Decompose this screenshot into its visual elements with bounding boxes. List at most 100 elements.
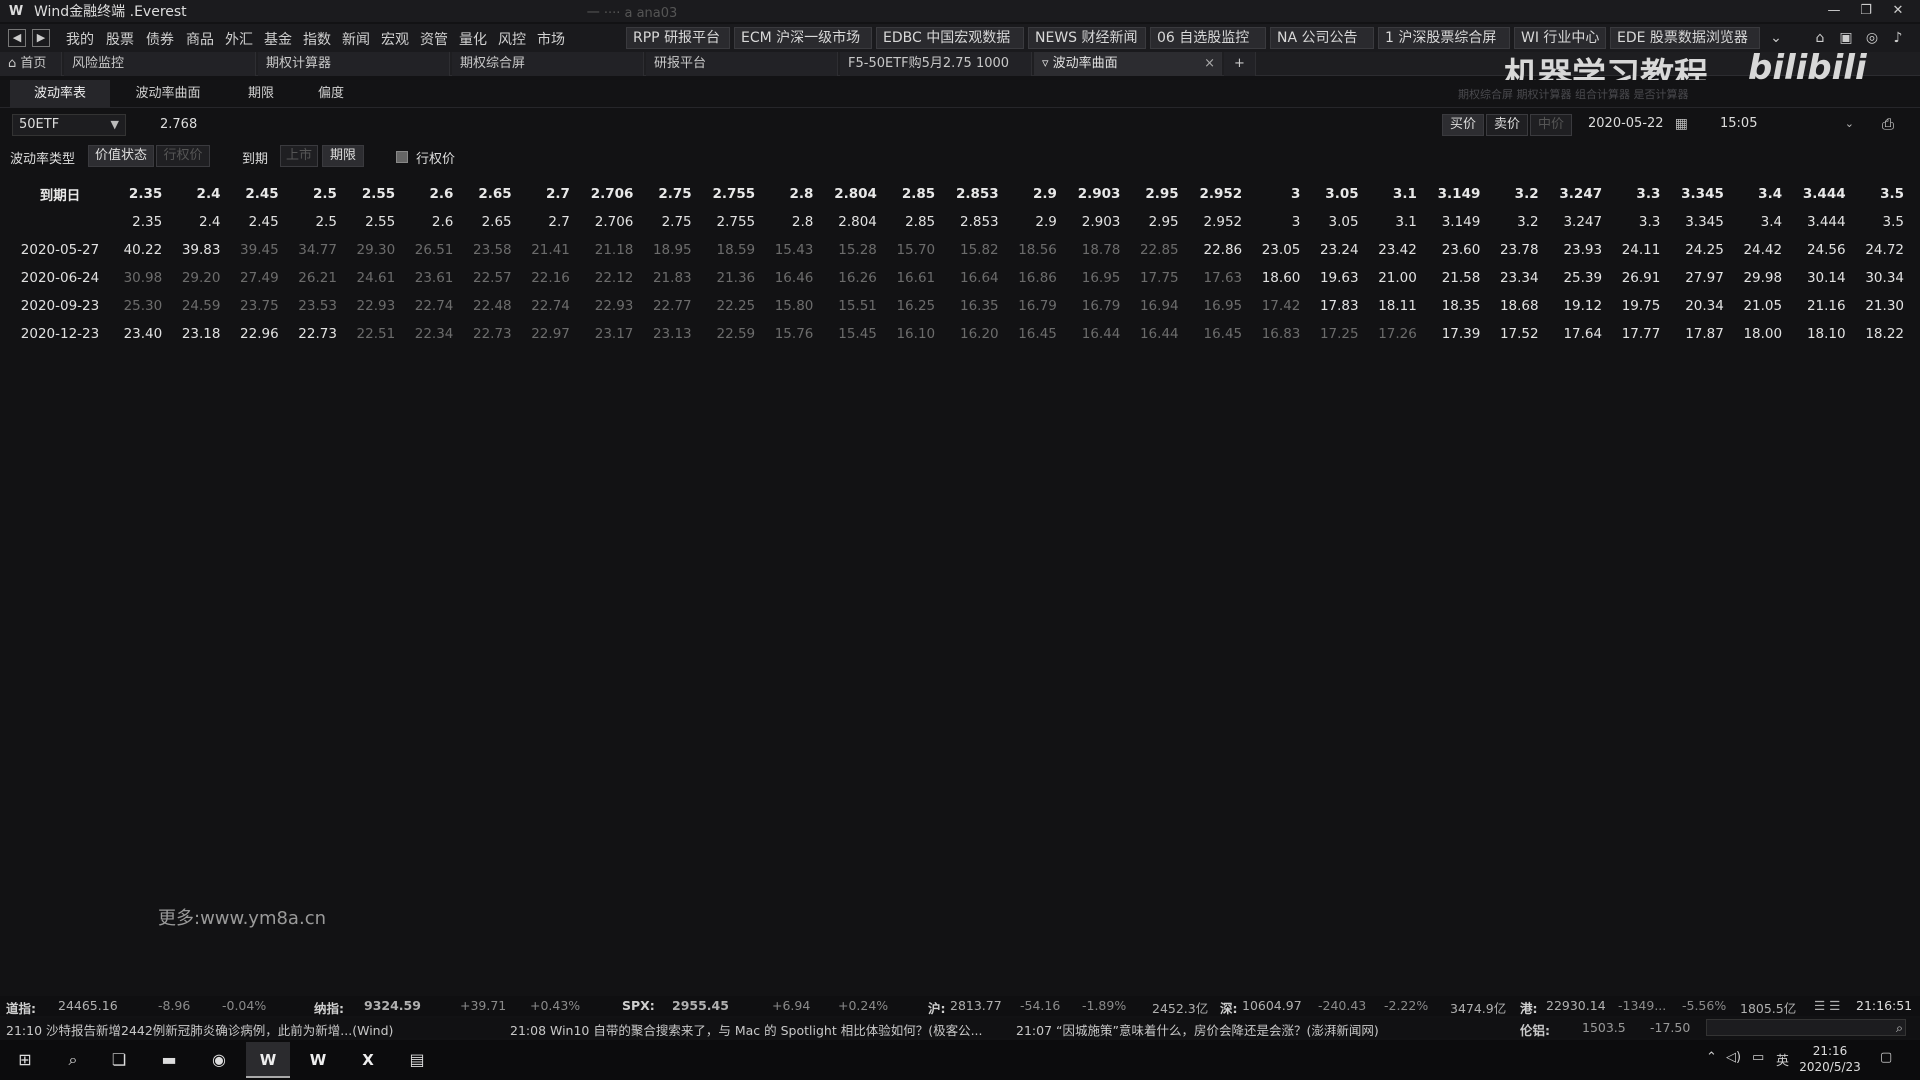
vol-cell[interactable]: 34.77: [285, 236, 343, 264]
table-row[interactable]: 2020-05-27 40.22 39.83 39.45 34.77 29.30 26.51…: [10, 236, 1910, 264]
vol-cell[interactable]: 22.93: [343, 292, 401, 320]
vol-cell[interactable]: 22.73: [285, 320, 343, 348]
vol-cell[interactable]: 16.44: [1063, 320, 1127, 348]
moneyness-button[interactable]: 价值状态: [88, 145, 154, 167]
column-header-strike[interactable]: 2.853: [941, 180, 1005, 208]
export-icon[interactable]: ⎙: [1882, 115, 1894, 133]
bell-icon[interactable]: ♪: [1888, 28, 1908, 48]
menu-item-stocks[interactable]: 股票: [106, 29, 134, 49]
list-icon[interactable]: ☰ ☰: [1814, 998, 1840, 1013]
vol-cell[interactable]: 30.34: [1852, 264, 1910, 292]
vol-cell[interactable]: 24.56: [1788, 236, 1852, 264]
vol-cell[interactable]: 22.74: [518, 292, 576, 320]
vol-cell[interactable]: 16.83: [1248, 320, 1306, 348]
tab-research-platform[interactable]: 研报平台: [646, 52, 838, 76]
vol-cell[interactable]: 17.64: [1545, 320, 1609, 348]
column-header-strike[interactable]: 3: [1248, 180, 1306, 208]
taskbar-app-wind[interactable]: W: [246, 1042, 290, 1078]
add-tab-button[interactable]: +: [1224, 52, 1256, 76]
listed-button[interactable]: 上市: [280, 145, 318, 167]
column-header-strike[interactable]: 3.2: [1486, 180, 1544, 208]
vol-cell[interactable]: 25.30: [110, 292, 168, 320]
vol-cell[interactable]: 23.40: [110, 320, 168, 348]
vol-cell[interactable]: 26.91: [1608, 264, 1666, 292]
restore-icon[interactable]: ❐: [1852, 0, 1880, 22]
column-header-strike[interactable]: 2.6: [401, 180, 459, 208]
vol-cell[interactable]: 18.59: [698, 236, 762, 264]
date-field[interactable]: 2020-05-22 ▦: [1582, 114, 1694, 136]
tab-option-screen[interactable]: 期权综合屏: [452, 52, 644, 76]
vol-cell[interactable]: 16.46: [761, 264, 819, 292]
vol-cell[interactable]: 18.22: [1852, 320, 1910, 348]
quick-industry-button[interactable]: WI 行业中心: [1514, 27, 1606, 49]
browser-icon[interactable]: ◉: [206, 1048, 232, 1072]
vol-cell[interactable]: 24.59: [168, 292, 226, 320]
vol-cell[interactable]: 24.61: [343, 264, 401, 292]
tab-vol-surface-chart[interactable]: 波动率曲面: [118, 80, 218, 107]
menu-item-fx[interactable]: 外汇: [225, 29, 253, 49]
quick-ede-button[interactable]: EDE 股票数据浏览器: [1610, 27, 1760, 49]
vol-cell[interactable]: 40.22: [110, 236, 168, 264]
vol-cell[interactable]: 22.16: [518, 264, 576, 292]
chevron-down-icon[interactable]: ⌄: [1766, 28, 1786, 48]
vol-cell[interactable]: 23.05: [1248, 236, 1306, 264]
mid-button[interactable]: 中价: [1530, 114, 1572, 136]
search-icon[interactable]: ⌕: [60, 1048, 86, 1072]
quick-edbc-button[interactable]: EDBC 中国宏观数据: [876, 27, 1024, 49]
column-header-strike[interactable]: 2.755: [698, 180, 762, 208]
vol-cell[interactable]: 18.60: [1248, 264, 1306, 292]
vol-cell[interactable]: 22.73: [459, 320, 517, 348]
vol-cell[interactable]: 18.68: [1486, 292, 1544, 320]
underlying-select[interactable]: 50ETF ▼: [12, 114, 126, 136]
vol-cell[interactable]: 22.86: [1185, 236, 1249, 264]
vol-cell[interactable]: 39.83: [168, 236, 226, 264]
column-header-strike[interactable]: 2.8: [761, 180, 819, 208]
column-header-strike[interactable]: 3.05: [1306, 180, 1364, 208]
news-item[interactable]: 21:07 “因城施策”意味着什么，房价会降还是会涨？(澎湃新闻网): [1016, 1020, 1379, 1039]
network-icon[interactable]: ▭: [1752, 1050, 1764, 1065]
close-icon[interactable]: ✕: [1884, 0, 1912, 22]
tab-skew[interactable]: 偏度: [298, 80, 364, 107]
vol-cell[interactable]: 23.78: [1486, 236, 1544, 264]
vol-cell[interactable]: 22.85: [1126, 236, 1184, 264]
tab-option-contract[interactable]: F5-50ETF购5月2.75 1000: [840, 52, 1032, 76]
vol-cell[interactable]: 22.74: [401, 292, 459, 320]
vol-cell[interactable]: 21.16: [1788, 292, 1852, 320]
vol-cell[interactable]: 16.79: [1063, 292, 1127, 320]
vol-cell[interactable]: 17.83: [1306, 292, 1364, 320]
column-header-strike[interactable]: 3.1: [1365, 180, 1423, 208]
home-icon[interactable]: ⌂: [1810, 28, 1830, 48]
vol-cell[interactable]: 18.10: [1788, 320, 1852, 348]
vol-cell[interactable]: 22.59: [698, 320, 762, 348]
vol-cell[interactable]: 17.87: [1666, 320, 1730, 348]
column-header-strike[interactable]: 2.75: [639, 180, 697, 208]
column-header-strike[interactable]: 2.804: [819, 180, 883, 208]
column-header-strike[interactable]: 3.149: [1423, 180, 1487, 208]
vol-cell[interactable]: 15.80: [761, 292, 819, 320]
tab-vol-surface[interactable]: ▿ 波动率曲面 ×: [1034, 52, 1222, 76]
vol-cell[interactable]: 29.20: [168, 264, 226, 292]
vol-cell[interactable]: 18.78: [1063, 236, 1127, 264]
column-header-strike[interactable]: 2.4: [168, 180, 226, 208]
column-header-strike[interactable]: 2.903: [1063, 180, 1127, 208]
vol-cell[interactable]: 16.20: [941, 320, 1005, 348]
system-clock[interactable]: 21:16 2020/5/23: [1796, 1043, 1864, 1075]
back-icon[interactable]: ◀: [8, 29, 26, 47]
vol-cell[interactable]: 16.86: [1005, 264, 1063, 292]
vol-cell[interactable]: 22.96: [226, 320, 284, 348]
news-item[interactable]: 21:08 Win10 自带的聚合搜索来了，与 Mac 的 Spotlight …: [510, 1020, 983, 1039]
taskbar-app-word[interactable]: W: [296, 1042, 340, 1078]
vol-cell[interactable]: 21.00: [1365, 264, 1423, 292]
vol-cell[interactable]: 21.05: [1730, 292, 1788, 320]
vol-cell[interactable]: 16.26: [819, 264, 883, 292]
vol-cell[interactable]: 16.45: [1185, 320, 1249, 348]
minimize-icon[interactable]: —: [1820, 0, 1848, 22]
vol-cell[interactable]: 17.52: [1486, 320, 1544, 348]
column-header-strike[interactable]: 3.5: [1852, 180, 1910, 208]
tenor-button[interactable]: 期限: [322, 145, 364, 167]
tab-home[interactable]: ⌂ 首页: [0, 52, 62, 76]
vol-cell[interactable]: 22.48: [459, 292, 517, 320]
close-icon[interactable]: ×: [1204, 52, 1215, 76]
quick-stock-screen-button[interactable]: 1 沪深股票综合屏: [1378, 27, 1510, 49]
strike-checkbox[interactable]: [396, 151, 408, 163]
